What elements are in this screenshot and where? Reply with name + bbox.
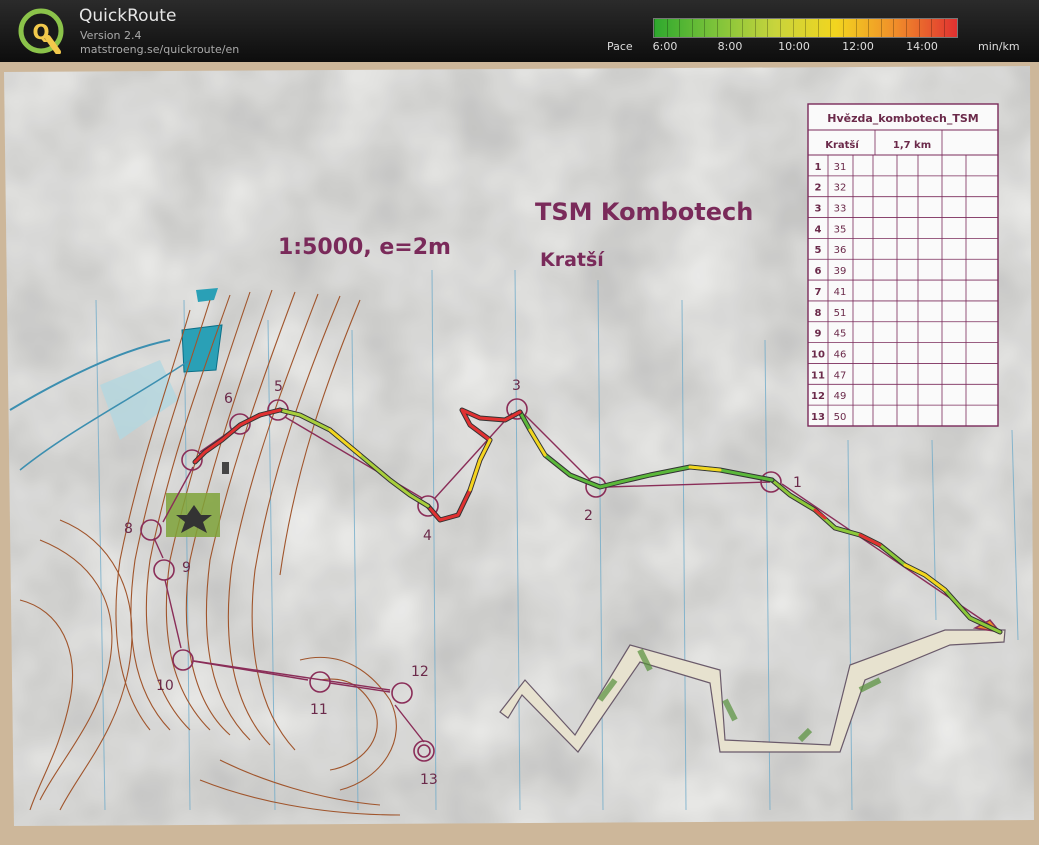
pace-scale-segment: [817, 19, 819, 37]
sheet-control-code: 35: [834, 224, 847, 235]
pace-tick: 6:00: [652, 40, 678, 53]
sheet-course: Kratší: [825, 139, 859, 151]
pace-scale-segment: [717, 19, 718, 37]
pace-scale-segment: [729, 19, 731, 37]
sheet-event-name: Hvězda_kombotech_TSM: [827, 112, 978, 125]
sheet-control-number: 2: [815, 183, 822, 194]
sheet-control-number: 6: [815, 266, 822, 277]
control-number: 6: [224, 391, 233, 407]
pace-scale-segment: [805, 19, 807, 37]
control-number: 11: [310, 702, 328, 718]
pace-label: Pace: [607, 40, 633, 53]
pace-scale-segment: [691, 19, 693, 37]
app-url[interactable]: matstroeng.se/quickroute/en: [80, 43, 239, 56]
control-number: 9: [182, 560, 191, 576]
pace-scale-segment: [855, 19, 857, 37]
app-version: Version 2.4: [80, 29, 142, 42]
map-scale-text: 1:5000, e=2m: [278, 235, 451, 260]
logo-letter: Q: [32, 20, 49, 44]
control-number: 3: [512, 378, 521, 394]
pace-scale-segment: [654, 19, 655, 37]
pace-scale-segment: [943, 19, 945, 37]
sheet-control-number: 5: [815, 245, 822, 256]
sheet-control-number: 4: [815, 224, 822, 235]
pace-scale-segment: [742, 19, 744, 37]
control-number: 10: [156, 678, 174, 694]
sheet-control-number: 12: [811, 391, 825, 402]
sheet-control-code: 36: [834, 245, 847, 256]
pace-tick: 12:00: [842, 40, 874, 53]
pace-scale-segment: [704, 19, 706, 37]
app-title: QuickRoute: [79, 6, 177, 26]
pace-scale-segment: [843, 19, 844, 37]
sheet-control-number: 9: [815, 329, 822, 340]
sheet-control-code: 31: [834, 162, 847, 173]
map-title: TSM Kombotech: [535, 198, 753, 226]
pace-scale-segment: [679, 19, 681, 37]
sheet-control-code: 50: [834, 412, 847, 423]
control-number: 12: [411, 664, 429, 680]
pace-scale-segment: [792, 19, 794, 37]
pace-scale-segment: [893, 19, 895, 37]
pace-tick: 8:00: [717, 40, 743, 53]
control-description-sheet: Hvězda_kombotech_TSM Kratší 1,7 km 1 312 3…: [807, 103, 999, 427]
pace-unit: min/km: [978, 40, 1020, 53]
quickroute-logo-icon: Q: [18, 8, 64, 54]
sheet-control-code: 39: [834, 266, 847, 277]
sheet-control-code: 32: [834, 183, 847, 194]
pace-scale-segment: [868, 19, 870, 37]
control-number: 5: [274, 379, 283, 395]
sheet-length: 1,7 km: [893, 140, 931, 151]
sheet-control-number: 1: [815, 162, 822, 173]
pace-tick: 14:00: [906, 40, 938, 53]
pace-scale-segment: [830, 19, 832, 37]
sheet-control-code: 47: [834, 370, 847, 381]
pace-scale-segment: [767, 19, 769, 37]
pace-scale-segment: [754, 19, 756, 37]
map-viewport[interactable]: 1 2 3 4 5 6 8 9 10 11 12 13 1:5000, e=2m…: [0, 62, 1039, 845]
sheet-control-code: 33: [834, 204, 847, 215]
orienteering-map[interactable]: 1 2 3 4 5 6 8 9 10 11 12 13 1:5000, e=2m…: [0, 62, 1039, 845]
sheet-control-number: 13: [811, 412, 825, 423]
quickroute-header: Q QuickRoute Version 2.4 matstroeng.se/q…: [0, 0, 1039, 62]
sheet-control-code: 41: [834, 287, 847, 298]
control-number: 4: [423, 528, 432, 544]
sheet-control-number: 10: [811, 349, 825, 360]
sheet-control-number: 3: [815, 204, 822, 215]
control-number: 1: [793, 475, 802, 491]
control-number: 2: [584, 508, 593, 524]
pace-scale-segment: [780, 19, 781, 37]
control-number: 13: [420, 772, 438, 788]
pace-scale-segment: [906, 19, 907, 37]
control-number: 8: [124, 521, 133, 537]
sheet-control-code: 49: [834, 391, 847, 402]
pace-scale-segment: [931, 19, 933, 37]
pace-scale-segment: [666, 19, 668, 37]
sheet-control-code: 46: [834, 349, 847, 360]
map-course-name: Kratší: [540, 249, 605, 271]
sheet-control-number: 7: [815, 287, 822, 298]
pace-color-scale: [653, 18, 958, 38]
pace-tick: 10:00: [778, 40, 810, 53]
pace-scale-segment: [880, 19, 882, 37]
sheet-control-number: 11: [811, 370, 825, 381]
pace-scale-segment: [918, 19, 920, 37]
sheet-control-number: 8: [815, 308, 822, 319]
sheet-control-code: 45: [834, 329, 847, 340]
sheet-control-code: 51: [834, 308, 847, 319]
